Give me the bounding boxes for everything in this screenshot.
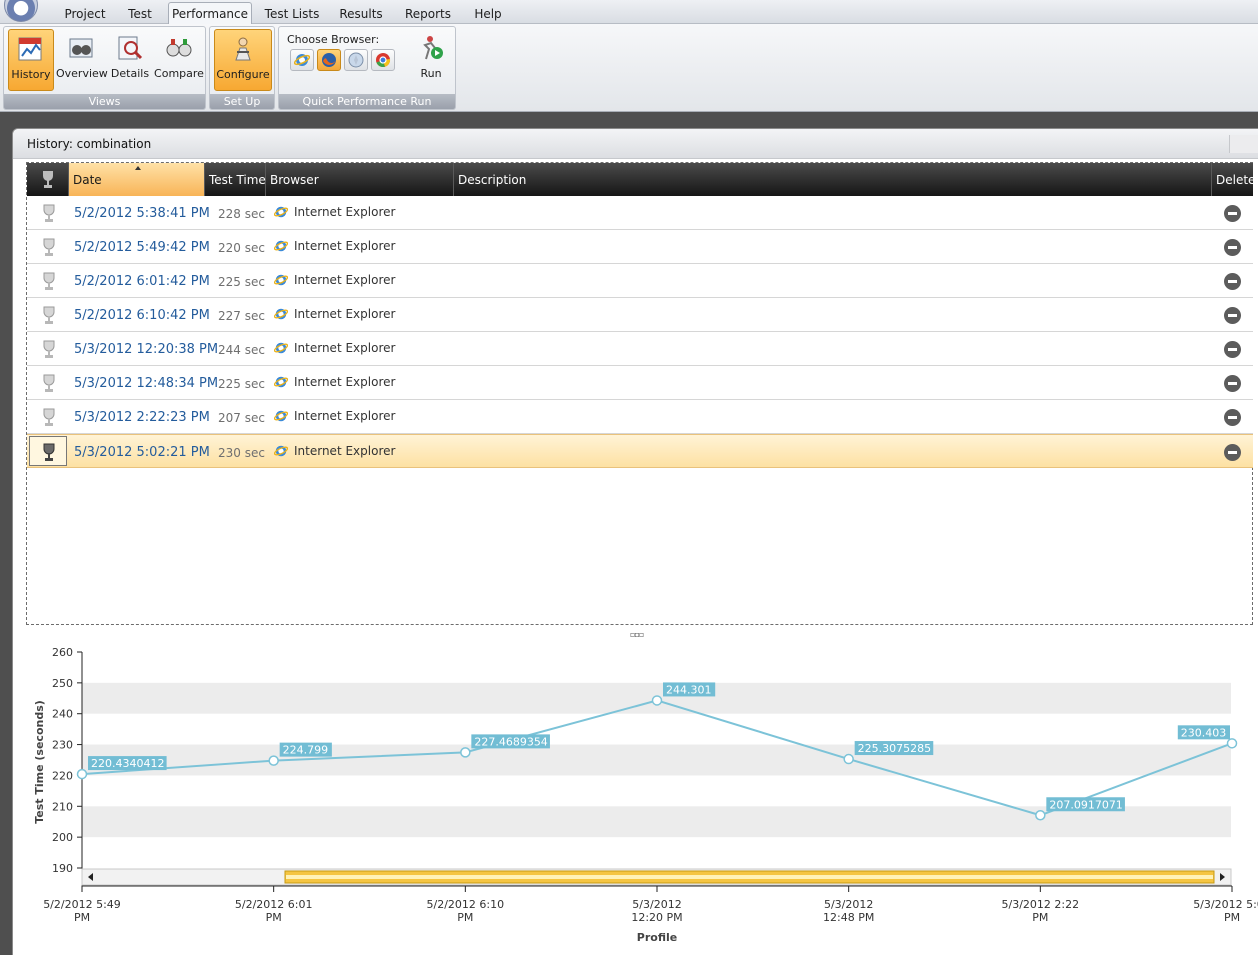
x-tick-label: 5/2/2012 5:49 xyxy=(43,898,121,911)
x-axis-title: Profile xyxy=(637,931,677,944)
y-tick-label: 230 xyxy=(52,739,73,752)
y-tick-label: 190 xyxy=(52,862,73,875)
y-tick-label: 240 xyxy=(52,708,73,721)
data-point[interactable] xyxy=(76,768,88,780)
x-tick-label-line2: PM xyxy=(1032,911,1048,924)
data-label: 230.403 xyxy=(1181,726,1227,739)
data-label: 224.799 xyxy=(283,744,329,757)
x-tick-label: 5/3/2012 xyxy=(632,898,681,911)
x-tick-label-line2: 12:48 PM xyxy=(823,911,874,924)
y-tick-label: 260 xyxy=(52,646,73,659)
chart-scrollbar-thumb-shine xyxy=(286,875,1213,879)
x-tick-label-line2: PM xyxy=(1224,911,1240,924)
y-tick-label: 200 xyxy=(52,831,73,844)
data-point[interactable] xyxy=(1035,810,1046,821)
x-tick-label: 5/3/2012 xyxy=(824,898,873,911)
data-point[interactable] xyxy=(843,753,854,765)
y-tick-label: 250 xyxy=(52,677,73,690)
data-label: 225.3075285 xyxy=(858,742,931,755)
data-label: 244.301 xyxy=(666,683,712,696)
data-point[interactable] xyxy=(651,695,663,706)
y-axis-title: Test Time (seconds) xyxy=(33,700,46,824)
x-tick-label-line2: PM xyxy=(74,911,90,924)
data-label: 220.4340412 xyxy=(91,757,164,770)
y-tick-label: 210 xyxy=(52,800,73,813)
x-tick-label: 5/3/2012 2:22 xyxy=(1002,898,1080,911)
data-point[interactable] xyxy=(268,755,279,766)
data-label: 227.4689354 xyxy=(474,735,547,748)
data-label: 207.0917071 xyxy=(1049,798,1122,811)
x-tick-label-line2: 12:20 PM xyxy=(631,911,682,924)
grid-band xyxy=(82,744,1231,776)
y-tick-label: 220 xyxy=(52,769,73,782)
x-tick-label-line2: PM xyxy=(266,911,282,924)
x-tick-label: 5/2/2012 6:01 xyxy=(235,898,313,911)
data-point[interactable] xyxy=(460,747,471,758)
data-point[interactable] xyxy=(1226,738,1238,749)
x-tick-label: 5/2/2012 6:10 xyxy=(427,898,505,911)
x-tick-label: 5/3/2012 5:02 xyxy=(1193,898,1258,911)
performance-chart: 190 200 210 220 230 240 250 260 Test Time (secon… xyxy=(33,646,1258,944)
x-tick-label-line2: PM xyxy=(457,911,473,924)
